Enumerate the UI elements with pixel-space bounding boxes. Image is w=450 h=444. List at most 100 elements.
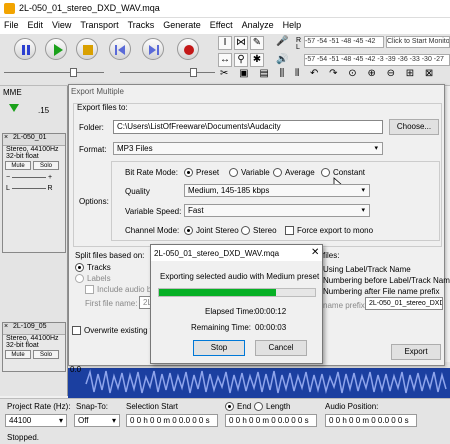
audio-host[interactable]: MME bbox=[3, 88, 22, 97]
track-format: Stereo, 44100Hz bbox=[6, 335, 59, 342]
edit-toolbar[interactable]: ✂ ▣ ▤ ⫼ ⫴ ↶ ↷ ⊙ ⊕ ⊖ ⊞ ⊠ bbox=[220, 68, 442, 80]
snap-to-select[interactable]: Off ▾ bbox=[74, 414, 120, 427]
close-track-icon[interactable]: × bbox=[4, 134, 8, 141]
joint-stereo-radio[interactable] bbox=[184, 226, 193, 235]
choose-button[interactable]: Choose... bbox=[389, 119, 439, 135]
remaining-time-value: 00:00:03 bbox=[255, 323, 287, 332]
skip-end-button[interactable] bbox=[142, 38, 164, 60]
variable-radio[interactable] bbox=[229, 168, 238, 177]
cancel-button[interactable]: Cancel bbox=[255, 340, 307, 356]
track-1[interactable]: × 2L-050_01 Stereo, 44100Hz 32-bit float … bbox=[2, 133, 66, 253]
close-icon[interactable]: ✕ bbox=[311, 247, 319, 258]
track-name[interactable]: 2L-109_05 bbox=[13, 323, 46, 330]
elapsed-time-label: Elapsed Time: bbox=[205, 307, 256, 316]
speaker-icon: 🔊 bbox=[276, 54, 289, 65]
name-option-label-track[interactable]: Using Label/Track Name bbox=[323, 265, 411, 274]
folder-input[interactable]: C:\Users\ListOfFreeware\Documents\Audaci… bbox=[113, 120, 383, 134]
gain-slider[interactable] bbox=[12, 176, 47, 178]
playback-meter[interactable]: -57 -54 -51 -48 -45 -42 -3 -39 -36 -33 -… bbox=[304, 54, 450, 66]
format-select[interactable]: MP3 Files ▾ bbox=[113, 142, 383, 155]
menu-help[interactable]: Help bbox=[279, 18, 307, 30]
include-audio-label: Include audio b bbox=[97, 285, 152, 294]
elapsed-time-value: 00:00:12 bbox=[255, 307, 287, 316]
monitor-button[interactable]: Click to Start Monito bbox=[386, 36, 450, 48]
average-radio[interactable] bbox=[273, 168, 282, 177]
format-label: Format: bbox=[79, 145, 107, 154]
draw-tool[interactable]: ✎ bbox=[250, 36, 264, 50]
chevron-down-icon: ▾ bbox=[374, 145, 378, 152]
menu-effect[interactable]: Effect bbox=[206, 18, 238, 30]
end-radio[interactable] bbox=[225, 402, 234, 411]
force-mono-checkbox[interactable] bbox=[285, 226, 294, 235]
project-rate-value: 44100 bbox=[9, 416, 32, 425]
overwrite-checkbox[interactable] bbox=[72, 326, 81, 335]
project-rate-select[interactable]: 44100 ▾ bbox=[5, 414, 67, 427]
menu-view[interactable]: View bbox=[48, 18, 76, 30]
export-button[interactable]: Export bbox=[391, 344, 441, 360]
quality-label: Quality bbox=[125, 187, 150, 196]
end-label: End bbox=[237, 402, 252, 411]
pan-left: L bbox=[6, 185, 10, 192]
zoom-tool[interactable]: ⚲ bbox=[234, 53, 248, 67]
selection-tool[interactable]: I bbox=[218, 36, 232, 50]
name-option-numbering-before[interactable]: Numbering before Label/Track Name bbox=[323, 276, 450, 285]
split-tracks-radio[interactable] bbox=[75, 263, 84, 272]
waveform[interactable] bbox=[68, 362, 450, 398]
track-name[interactable]: 2L-050_01 bbox=[13, 134, 46, 141]
i-beam-icon: I bbox=[223, 37, 227, 48]
menu-file[interactable]: File bbox=[0, 18, 24, 30]
pan-slider[interactable] bbox=[11, 187, 46, 189]
progress-message: Exporting selected audio with Medium pre… bbox=[160, 272, 320, 281]
menu-edit[interactable]: Edit bbox=[24, 18, 49, 30]
file-name-prefix-input[interactable]: 2L-050_01_stereo_DXD_WAV bbox=[365, 297, 443, 310]
preset-radio[interactable] bbox=[184, 168, 193, 177]
multi-tool[interactable]: ✱ bbox=[250, 53, 264, 67]
recording-volume-slider[interactable] bbox=[4, 72, 104, 73]
split-labels-label: Labels bbox=[87, 274, 111, 283]
constant-radio[interactable] bbox=[321, 168, 330, 177]
name-option-numbering-after[interactable]: Numbering after File name prefix bbox=[323, 287, 440, 296]
solo-button[interactable]: Solo bbox=[33, 350, 59, 359]
envelope-tool[interactable]: ⋈ bbox=[234, 36, 248, 50]
menu-generate[interactable]: Generate bbox=[159, 18, 206, 30]
stereo-label: Stereo bbox=[253, 226, 277, 235]
status-text: Stopped. bbox=[7, 433, 40, 442]
recording-volume-thumb[interactable] bbox=[70, 68, 77, 77]
length-radio[interactable] bbox=[254, 402, 263, 411]
playback-volume-slider[interactable] bbox=[120, 72, 215, 73]
stop-transport-button[interactable] bbox=[76, 38, 98, 60]
include-audio-checkbox[interactable] bbox=[85, 285, 94, 294]
record-button[interactable] bbox=[177, 38, 199, 60]
recording-meter[interactable]: -57 -54 -51 -48 -45 -42 bbox=[304, 36, 384, 48]
solo-button[interactable]: Solo bbox=[33, 161, 59, 170]
preset-label: Preset bbox=[196, 168, 220, 177]
chevron-down-icon: ▾ bbox=[58, 416, 63, 425]
microphone-icon: 🎤 bbox=[276, 36, 289, 47]
menu-tracks[interactable]: Tracks bbox=[124, 18, 160, 30]
menu-transport[interactable]: Transport bbox=[76, 18, 123, 30]
playback-volume-thumb[interactable] bbox=[190, 68, 197, 77]
pause-button[interactable] bbox=[14, 38, 36, 60]
skip-start-button[interactable] bbox=[109, 38, 131, 60]
mute-button[interactable]: Mute bbox=[5, 350, 31, 359]
meter-record-rl: RL bbox=[296, 37, 302, 51]
selection-end-field[interactable]: 0 0 h 0 0 m 0 0.0 0 0 s bbox=[225, 414, 317, 427]
menu-bar: File Edit View Transport Tracks Generate Effec… bbox=[0, 18, 450, 34]
play-at-speed-icon[interactable] bbox=[8, 103, 20, 113]
mute-button[interactable]: Mute bbox=[5, 161, 31, 170]
play-button[interactable] bbox=[45, 38, 67, 60]
time-shift-tool[interactable]: ↔ bbox=[218, 53, 232, 67]
menu-analyze[interactable]: Analyze bbox=[238, 18, 279, 30]
stereo-radio[interactable] bbox=[241, 226, 250, 235]
arrows-icon: ↔ bbox=[220, 54, 230, 65]
stop-button[interactable]: Stop bbox=[193, 340, 245, 356]
close-track-icon[interactable]: × bbox=[4, 323, 8, 330]
selection-start-field[interactable]: 0 0 h 0 0 m 0 0.0 0 0 s bbox=[126, 414, 218, 427]
audio-position-field[interactable]: 0 0 h 0 0 m 0 0.0 0 0 s bbox=[325, 414, 417, 427]
split-labels-radio[interactable] bbox=[75, 274, 84, 283]
project-rate-label: Project Rate (Hz): bbox=[7, 402, 71, 411]
stop-icon bbox=[83, 45, 93, 55]
track-2[interactable]: × 2L-109_05 Stereo, 44100Hz 32-bit float … bbox=[2, 322, 66, 372]
quality-select[interactable]: Medium, 145-185 kbps ▾ bbox=[184, 184, 370, 197]
variable-speed-select[interactable]: Fast ▾ bbox=[184, 204, 370, 217]
